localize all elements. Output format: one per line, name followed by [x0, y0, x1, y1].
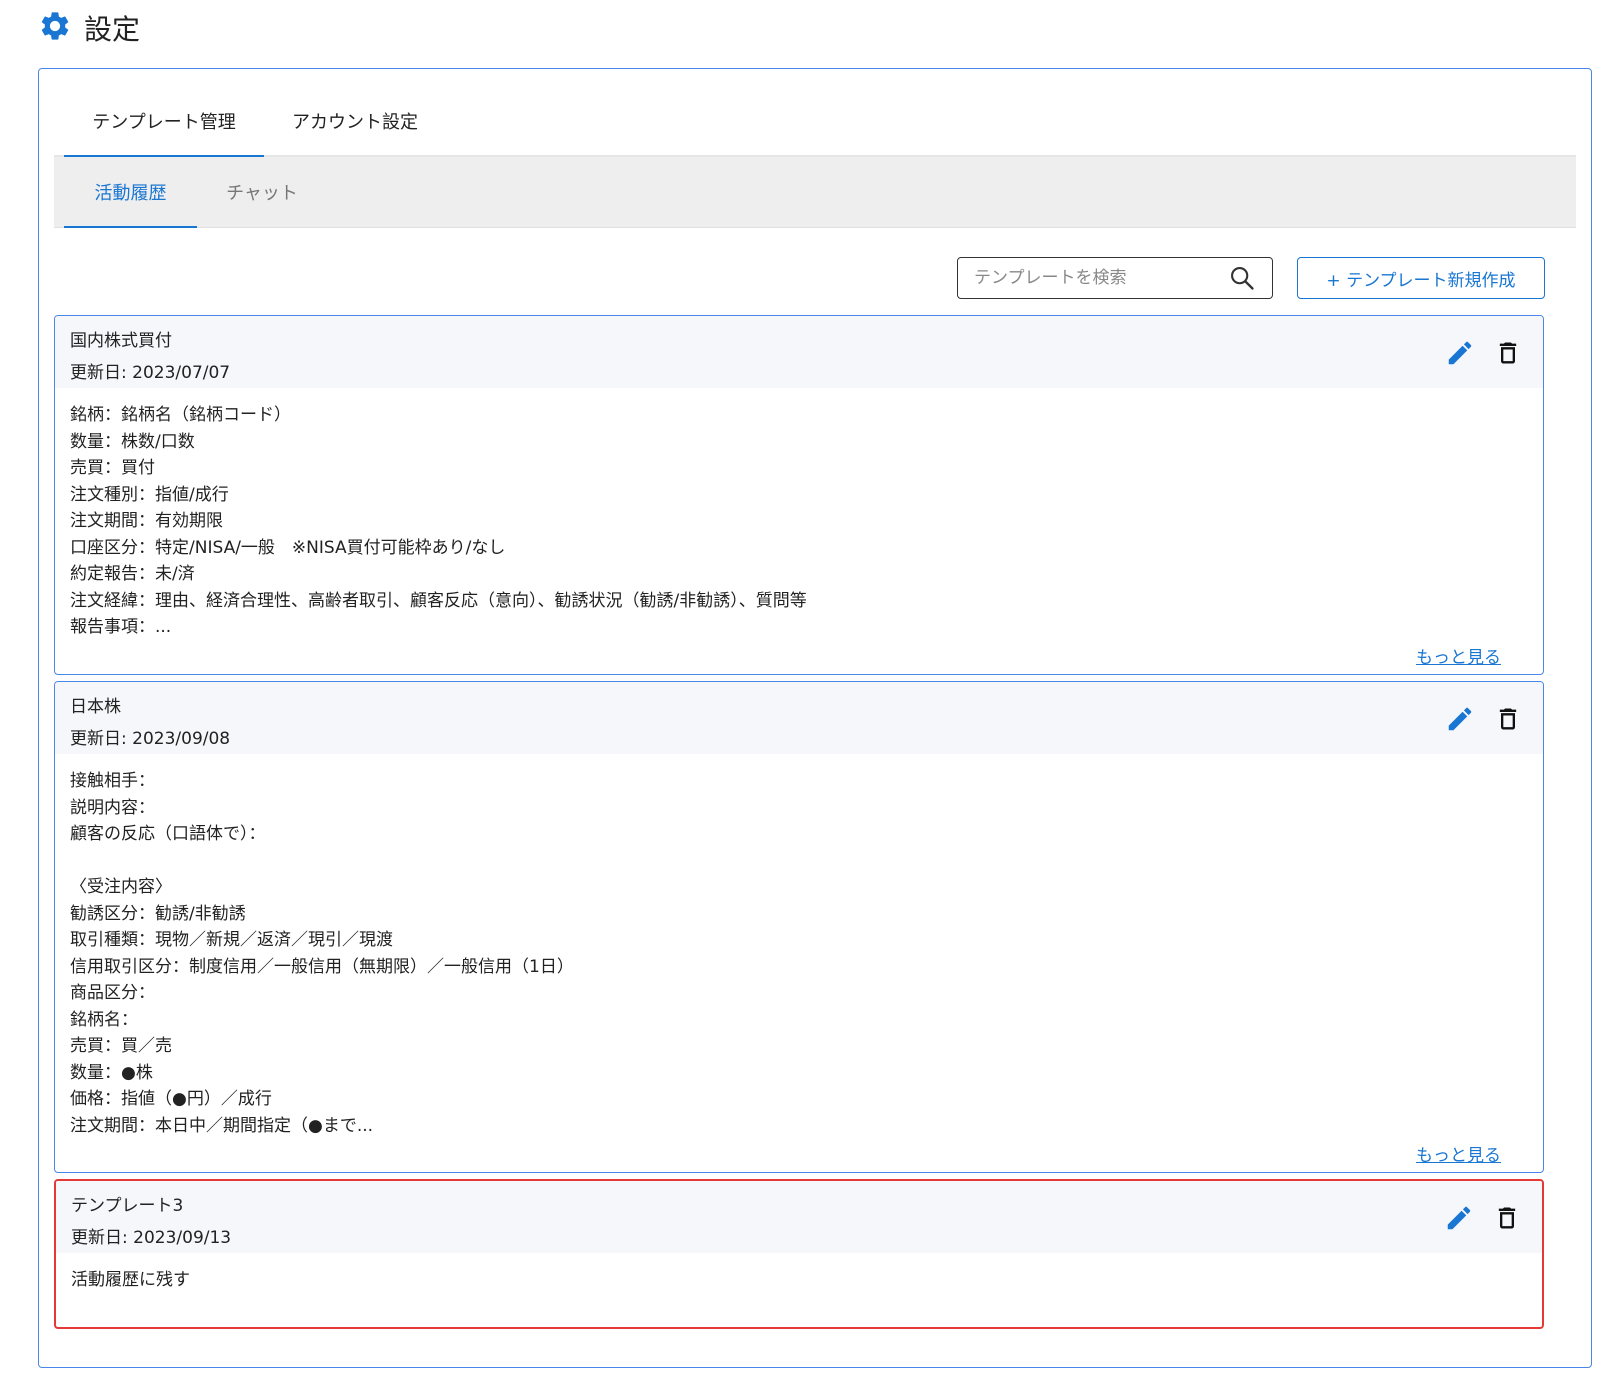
- show-more-link[interactable]: もっと見る: [1416, 643, 1501, 668]
- template-body: 接触相手： 説明内容： 顧客の反応（口語体で）： 〈受注内容〉 勧誘区分：勧誘/…: [70, 771, 574, 1136]
- card-header: テンプレート3 更新日: 2023/09/13: [56, 1181, 1542, 1253]
- tab-label: チャット: [226, 183, 298, 204]
- sub-tab-bar: 活動履歴 チャット: [54, 157, 1576, 228]
- search-input[interactable]: [958, 258, 1222, 298]
- template-card: 国内株式買付 更新日: 2023/07/07 銘柄：銘柄名（銘柄コード） 数量：…: [54, 315, 1544, 675]
- template-updated-date: 更新日: 2023/09/13: [71, 1228, 232, 1248]
- tab-account-settings[interactable]: アカウント設定: [264, 87, 446, 155]
- template-card-highlighted: テンプレート3 更新日: 2023/09/13 活動履歴に残す: [54, 1179, 1544, 1329]
- tab-label: 活動履歴: [94, 183, 167, 204]
- card-actions: [1443, 336, 1525, 370]
- new-template-button[interactable]: + テンプレート新規作成: [1297, 257, 1545, 299]
- tab-chat[interactable]: チャット: [197, 157, 327, 227]
- main-tab-bar: テンプレート管理 アカウント設定: [54, 87, 1576, 157]
- gear-icon: [38, 9, 72, 47]
- page-header: 設定: [38, 10, 140, 46]
- trash-icon[interactable]: [1490, 1201, 1524, 1235]
- show-more-link[interactable]: もっと見る: [1416, 1141, 1501, 1166]
- card-actions: [1443, 702, 1525, 736]
- settings-panel: テンプレート管理 アカウント設定 活動履歴 チャット + テンプレート新規作成 …: [38, 68, 1592, 1368]
- search-icon[interactable]: [1222, 258, 1262, 298]
- tab-activity-history[interactable]: 活動履歴: [64, 157, 197, 228]
- template-updated-date: 更新日: 2023/07/07: [70, 363, 231, 383]
- template-search-box: [957, 257, 1273, 299]
- trash-icon[interactable]: [1491, 702, 1525, 736]
- edit-icon[interactable]: [1442, 1201, 1476, 1235]
- template-body: 銘柄：銘柄名（銘柄コード） 数量：株数/口数 売買：買付 注文種別：指値/成行 …: [70, 405, 807, 637]
- trash-icon[interactable]: [1491, 336, 1525, 370]
- template-title: テンプレート3: [71, 1196, 184, 1216]
- edit-icon[interactable]: [1443, 336, 1477, 370]
- template-updated-date: 更新日: 2023/09/08: [70, 729, 231, 749]
- tab-label: テンプレート管理: [92, 112, 236, 133]
- page-title: 設定: [84, 13, 141, 46]
- template-title: 国内株式買付: [70, 331, 172, 351]
- edit-icon[interactable]: [1443, 702, 1477, 736]
- card-header: 日本株 更新日: 2023/09/08: [55, 682, 1543, 754]
- card-header: 国内株式買付 更新日: 2023/07/07: [55, 316, 1543, 388]
- tab-template-management[interactable]: テンプレート管理: [64, 87, 264, 157]
- template-body: 活動履歴に残す: [71, 1270, 190, 1290]
- template-card: 日本株 更新日: 2023/09/08 接触相手： 説明内容： 顧客の反応（口語…: [54, 681, 1544, 1173]
- template-title: 日本株: [70, 697, 121, 717]
- card-actions: [1442, 1201, 1524, 1235]
- tab-label: アカウント設定: [292, 112, 418, 133]
